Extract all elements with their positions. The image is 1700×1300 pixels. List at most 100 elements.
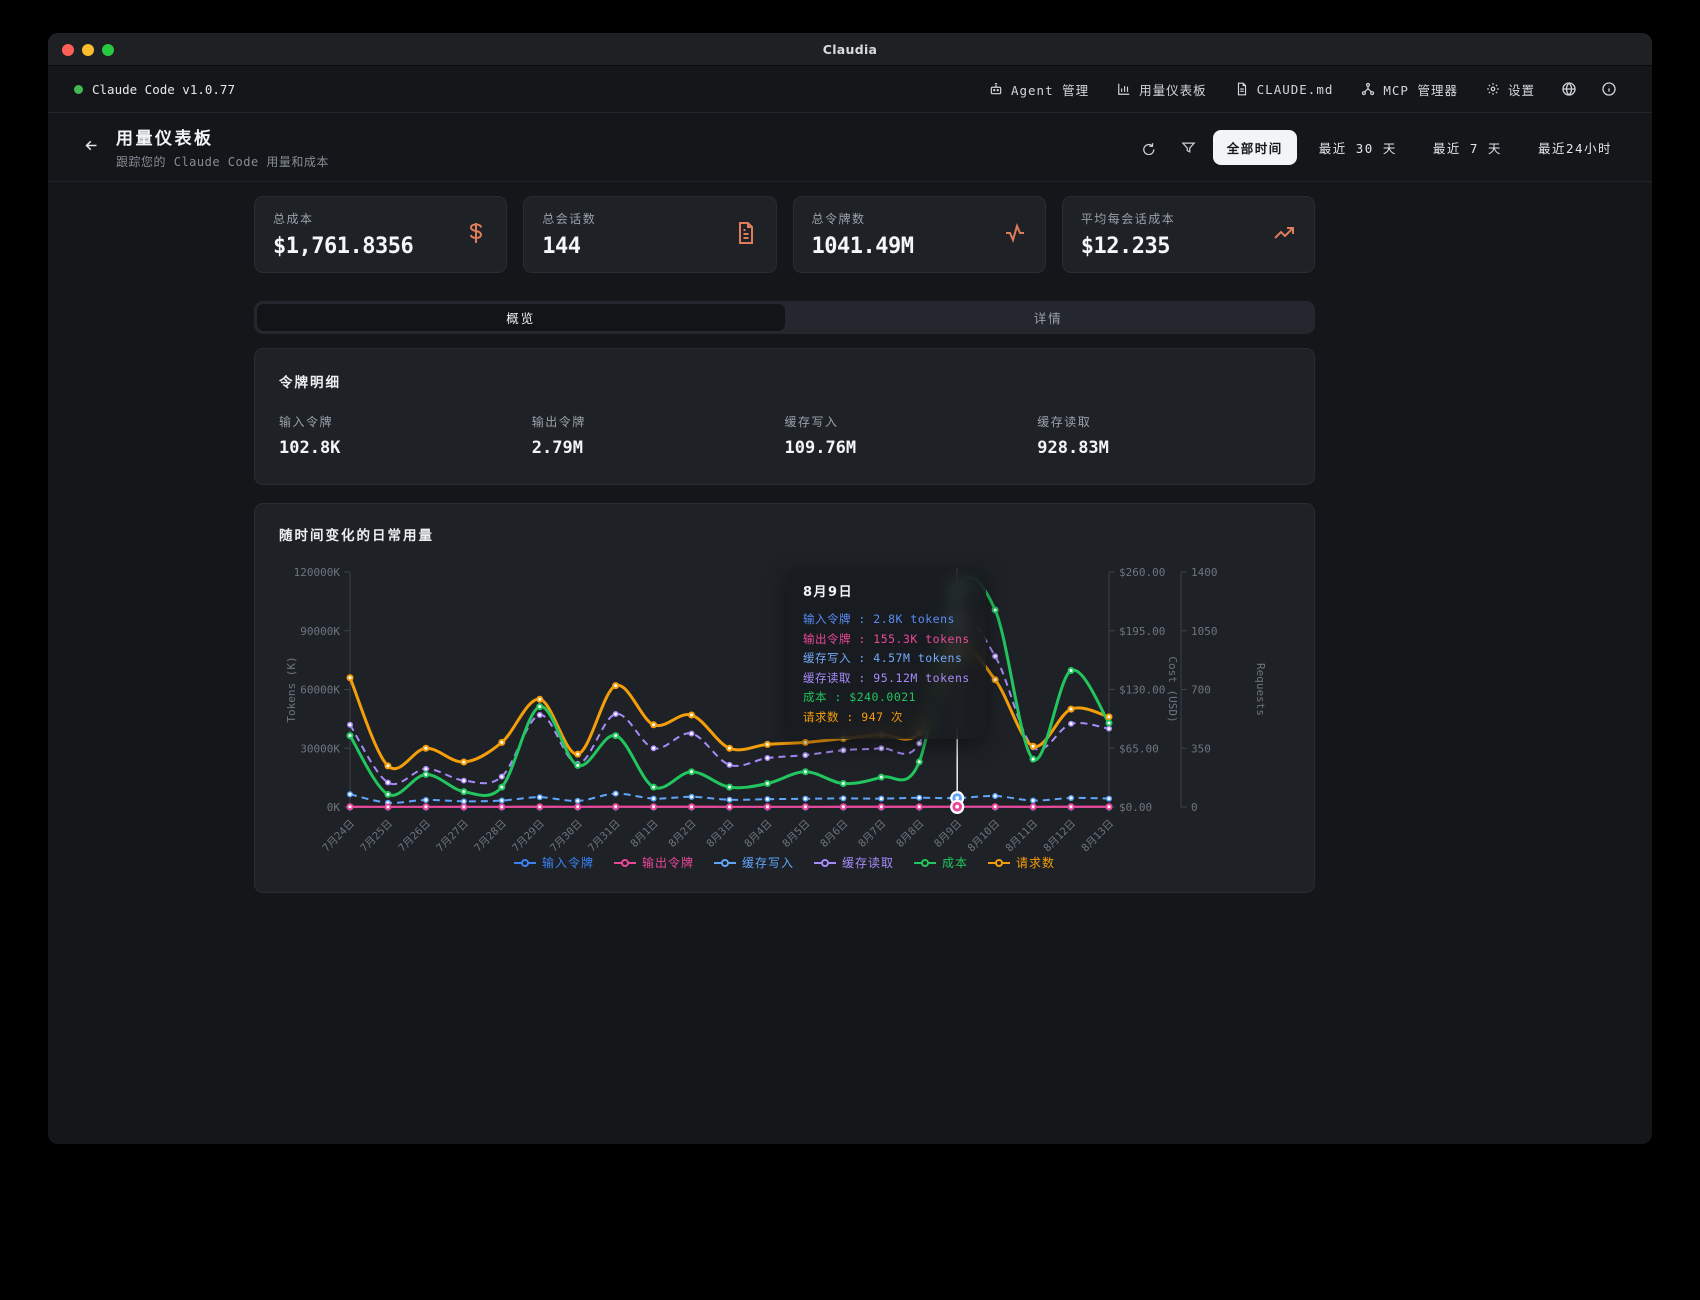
legend-item[interactable]: 缓存写入: [714, 854, 794, 871]
breakdown-value: 109.76M: [785, 438, 1038, 458]
nav-usage-dashboard[interactable]: 用量仪表板: [1106, 73, 1218, 106]
tooltip-row-cost: 成本 : $240.0021: [803, 688, 970, 708]
svg-text:700: 700: [1191, 684, 1211, 697]
svg-text:8月3日: 8月3日: [704, 818, 736, 850]
stat-value: $1,761.8356: [273, 234, 413, 259]
legend-item[interactable]: 输出令牌: [614, 854, 694, 871]
stat-card-avg-cost: 平均每会话成本 $12.235: [1062, 196, 1315, 273]
tooltip-row-input: 输入令牌 : 2.8K tokens: [803, 610, 970, 630]
legend-marker-icon: [514, 858, 536, 868]
breakdown-value: 2.79M: [532, 438, 785, 458]
topbar: Claude Code v1.0.77 Agent 管理 用量仪表板 CLAUD…: [48, 66, 1652, 113]
filter-button[interactable]: [1172, 133, 1205, 162]
svg-text:7月27日: 7月27日: [434, 818, 471, 852]
chart-title: 随时间变化的日常用量: [279, 524, 1290, 544]
svg-text:Requests: Requests: [1254, 663, 1267, 716]
legend-item[interactable]: 请求数: [988, 854, 1055, 871]
activity-icon: [1003, 221, 1027, 249]
filter-last-7-days[interactable]: 最近 7 天: [1419, 130, 1516, 165]
nav-label: CLAUDE.md: [1257, 82, 1334, 97]
svg-text:0: 0: [1191, 801, 1198, 814]
usage-chart[interactable]: 0K$0.00030000K$65.0035060000K$130.007009…: [279, 552, 1292, 852]
svg-text:7月24日: 7月24日: [320, 818, 357, 852]
svg-text:$260.00: $260.00: [1119, 566, 1165, 579]
svg-text:8月4日: 8月4日: [742, 818, 774, 850]
svg-text:8月5日: 8月5日: [780, 818, 812, 850]
info-icon: [1601, 81, 1617, 97]
info-button[interactable]: [1592, 74, 1626, 104]
back-button[interactable]: [74, 130, 108, 164]
breakdown-label: 输入令牌: [279, 413, 532, 430]
nav-settings[interactable]: 设置: [1475, 73, 1546, 106]
tab-overview[interactable]: 概览: [257, 304, 785, 331]
svg-text:$130.00: $130.00: [1119, 684, 1165, 697]
page-title: 用量仪表板: [116, 124, 329, 149]
minimize-window-button[interactable]: [82, 44, 94, 56]
chart-tooltip: 8月9日 输入令牌 : 2.8K tokens 输出令牌 : 155.3K to…: [787, 568, 986, 739]
legend-marker-icon: [614, 858, 636, 868]
svg-text:8月1日: 8月1日: [628, 818, 660, 850]
bot-icon: [989, 82, 1003, 96]
svg-text:7月29日: 7月29日: [510, 818, 547, 852]
stat-label: 平均每会话成本: [1081, 210, 1176, 227]
nav-agent-manager[interactable]: Agent 管理: [978, 73, 1100, 106]
breakdown-cache-read: 缓存读取 928.83M: [1037, 413, 1290, 458]
svg-text:350: 350: [1191, 742, 1211, 755]
legend-item[interactable]: 缓存读取: [814, 854, 894, 871]
svg-text:8月8日: 8月8日: [894, 818, 926, 850]
svg-text:8月10日: 8月10日: [966, 818, 1003, 852]
filter-all-time[interactable]: 全部时间: [1213, 130, 1297, 165]
svg-text:1050: 1050: [1191, 625, 1218, 638]
tab-details[interactable]: 详情: [785, 304, 1313, 331]
stat-cards: 总成本 $1,761.8356 总会话数 144 总令牌数 1041.49M: [254, 196, 1315, 273]
svg-text:1400: 1400: [1191, 566, 1218, 579]
stat-card-total-sessions: 总会话数 144: [523, 196, 776, 273]
nav-label: Agent 管理: [1011, 80, 1089, 99]
zoom-window-button[interactable]: [102, 44, 114, 56]
window-title: Claudia: [823, 42, 878, 57]
svg-text:Cost (USD): Cost (USD): [1166, 656, 1179, 722]
svg-text:8月9日: 8月9日: [932, 818, 964, 850]
top-nav: Agent 管理 用量仪表板 CLAUDE.md MCP 管理器 设置: [978, 73, 1626, 106]
svg-text:7月30日: 7月30日: [548, 818, 585, 852]
traffic-lights: [62, 33, 114, 66]
svg-text:7月26日: 7月26日: [396, 818, 433, 852]
filter-last-30-days[interactable]: 最近 30 天: [1305, 130, 1411, 165]
svg-text:8月7日: 8月7日: [856, 818, 888, 850]
legend-item[interactable]: 输入令牌: [514, 854, 594, 871]
refresh-button[interactable]: [1131, 133, 1164, 162]
breakdown-label: 缓存写入: [785, 413, 1038, 430]
nav-mcp-manager[interactable]: MCP 管理器: [1350, 73, 1469, 106]
language-globe-button[interactable]: [1552, 74, 1586, 104]
view-tabs: 概览 详情: [254, 301, 1315, 334]
daily-usage-chart-panel: 随时间变化的日常用量 0K$0.00030000K$65.0035060000K…: [254, 503, 1315, 893]
gear-icon: [1486, 82, 1500, 96]
dollar-icon: [464, 221, 488, 249]
close-window-button[interactable]: [62, 44, 74, 56]
status-dot-icon: [74, 85, 83, 94]
page-subtitle: 跟踪您的 Claude Code 用量和成本: [116, 153, 329, 170]
document-icon: [734, 221, 758, 249]
tooltip-row-output: 输出令牌 : 155.3K tokens: [803, 630, 970, 650]
breakdown-cache-write: 缓存写入 109.76M: [785, 413, 1038, 458]
svg-text:60000K: 60000K: [300, 684, 340, 697]
svg-text:$65.00: $65.00: [1119, 742, 1159, 755]
legend-marker-icon: [814, 858, 836, 868]
svg-text:$195.00: $195.00: [1119, 625, 1165, 638]
svg-text:8月11日: 8月11日: [1003, 818, 1040, 852]
legend-marker-icon: [914, 858, 936, 868]
filter-last-24-hours[interactable]: 最近24小时: [1524, 130, 1626, 165]
stat-value: 144: [542, 234, 596, 259]
tooltip-row-requests: 请求数 : 947 次: [803, 708, 970, 728]
svg-text:8月2日: 8月2日: [666, 818, 698, 850]
arrow-left-icon: [83, 137, 100, 158]
svg-text:30000K: 30000K: [300, 742, 340, 755]
svg-text:Tokens (K): Tokens (K): [285, 656, 298, 722]
nav-claude-md[interactable]: CLAUDE.md: [1224, 75, 1345, 104]
page-header: 用量仪表板 跟踪您的 Claude Code 用量和成本 全部时间 最近 30 …: [48, 113, 1652, 182]
legend-item[interactable]: 成本: [914, 854, 968, 871]
svg-text:90000K: 90000K: [300, 625, 340, 638]
breakdown-input-tokens: 输入令牌 102.8K: [279, 413, 532, 458]
svg-text:8月6日: 8月6日: [818, 818, 850, 850]
svg-text:8月13日: 8月13日: [1079, 818, 1116, 852]
